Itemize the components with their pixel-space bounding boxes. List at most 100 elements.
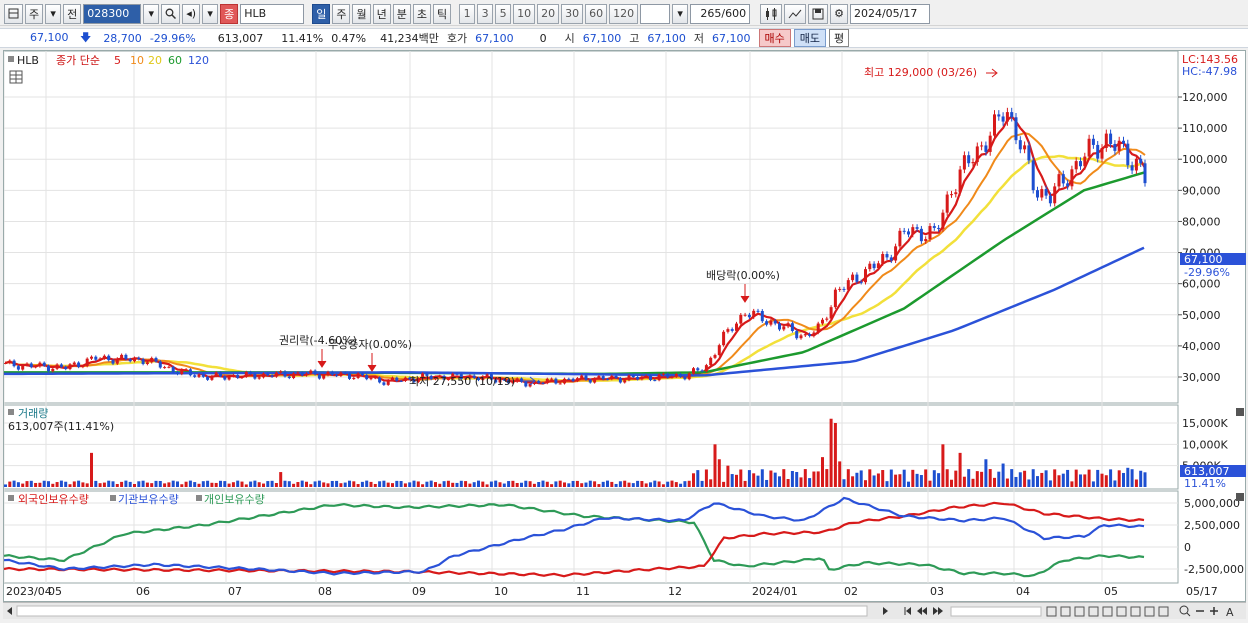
volume-bar <box>47 481 50 487</box>
candle-body <box>253 373 257 379</box>
speaker-icon[interactable]: ◂) <box>182 3 201 24</box>
candle-body <box>1143 163 1147 184</box>
volume-bar <box>1001 463 1005 487</box>
market-jeon-button[interactable]: 전 <box>63 3 82 24</box>
volume-bar <box>1061 473 1065 487</box>
buy-button[interactable]: 매수 <box>758 29 791 47</box>
dropdown-icon[interactable]: ▾ <box>202 3 219 24</box>
candle-body <box>158 361 162 368</box>
interval-dropdown-icon[interactable]: ▾ <box>672 3 689 24</box>
scroll-left-icon[interactable] <box>7 607 12 615</box>
volume-bar <box>821 457 824 487</box>
date-input[interactable]: 2024/05/17 <box>849 3 930 24</box>
data-count-input[interactable]: 265/600 <box>690 3 751 24</box>
evaluate-button[interactable]: 평 <box>829 29 850 47</box>
code-dropdown-icon[interactable]: ▾ <box>143 3 160 24</box>
candle-body <box>356 373 360 378</box>
interval-60-button[interactable]: 60 <box>585 3 608 24</box>
period-year-tab[interactable]: 년 <box>372 3 391 24</box>
volume-bar <box>636 480 640 487</box>
x-axis-label: 04 <box>1016 585 1030 598</box>
zoom-slider[interactable] <box>950 606 1042 617</box>
stock-code-input[interactable]: 028300 <box>83 3 142 24</box>
interval-custom-input[interactable] <box>640 3 671 24</box>
window-icons[interactable] <box>1046 606 1169 617</box>
interval-20-button[interactable]: 20 <box>537 3 560 24</box>
volume-bar <box>464 481 468 487</box>
candle-body <box>537 380 541 383</box>
interval-1-button[interactable]: 1 <box>459 3 476 24</box>
jump-start-icon[interactable] <box>904 607 911 615</box>
scroll-track[interactable] <box>16 605 868 617</box>
chart-type-icon[interactable] <box>4 3 23 24</box>
candle-body <box>34 366 38 368</box>
gear-icon[interactable]: ⚙ <box>830 3 848 24</box>
period-month-tab[interactable]: 월 <box>352 3 371 24</box>
search-icon[interactable] <box>161 3 181 24</box>
scroll-right-icon[interactable] <box>883 607 888 615</box>
volume-bar <box>610 481 614 487</box>
period-second-tab[interactable]: 초 <box>412 3 431 24</box>
sell-button[interactable]: 매도 <box>793 29 826 47</box>
volume-close-icon[interactable] <box>1236 408 1244 416</box>
candle-body <box>898 230 902 247</box>
volume-bar <box>782 469 786 487</box>
chevron-down-icon[interactable]: ▾ <box>45 3 62 24</box>
candle-body <box>967 155 971 164</box>
period-tick-tab[interactable]: 틱 <box>432 3 452 24</box>
candle-body <box>12 360 16 367</box>
interval-120-button[interactable]: 120 <box>609 3 639 24</box>
chart-scrollbar[interactable]: A <box>3 602 1246 619</box>
volume-bar <box>193 482 197 487</box>
volume-bar <box>606 480 609 487</box>
volume-bar <box>111 481 115 487</box>
save-icon[interactable] <box>808 3 829 24</box>
volume-bar <box>477 480 480 487</box>
stock-chart[interactable]: HLB 종가 단순 5 10 20 60 120 120,000110,0001… <box>3 50 1247 603</box>
table-view-icon[interactable] <box>9 70 23 84</box>
candle-body <box>812 332 816 336</box>
candle-icon[interactable] <box>760 3 783 24</box>
candle-body <box>988 135 992 152</box>
draw-tool-icon[interactable] <box>784 3 807 24</box>
zoom-search-icon[interactable] <box>1179 605 1191 617</box>
period-day-tab[interactable]: 일 <box>312 3 331 24</box>
rewind-icon[interactable] <box>917 607 927 615</box>
period-week-tab[interactable]: 주 <box>332 3 351 24</box>
volume-bar <box>679 483 683 487</box>
candle-body <box>94 356 98 360</box>
interval-30-button[interactable]: 30 <box>561 3 584 24</box>
chart-area[interactable]: HLB 종가 단순 5 10 20 60 120 120,000 110,000 1… <box>3 50 1246 602</box>
volume-bar <box>593 481 597 487</box>
period-minute-tab[interactable]: 분 <box>392 3 411 24</box>
forward-icon[interactable] <box>933 607 943 615</box>
candle-body <box>558 383 562 385</box>
interval-5-button[interactable]: 5 <box>495 3 512 24</box>
volume-bar <box>808 478 812 487</box>
volume-bar <box>601 481 605 487</box>
font-size-icon[interactable]: A <box>1226 606 1234 619</box>
volume-bar <box>769 470 773 487</box>
candle-body <box>894 246 898 261</box>
volume-bar <box>954 470 958 487</box>
candle-body <box>55 364 59 369</box>
candle-body <box>8 360 12 363</box>
market-ju-button[interactable]: 주 <box>25 3 44 24</box>
volume-bar <box>704 469 708 487</box>
stock-name-field[interactable]: HLB <box>240 3 305 24</box>
volume-y-label: 15,000K <box>1182 417 1228 430</box>
x-axis-label: 06 <box>136 585 150 598</box>
candle-body <box>657 374 661 381</box>
zoom-in-icon[interactable] <box>1210 607 1218 615</box>
low-price: 67,100 <box>712 31 751 45</box>
volume-bar <box>1031 469 1035 487</box>
volume-bar <box>730 474 734 487</box>
candle-body <box>833 289 837 308</box>
volume-bar <box>631 483 635 487</box>
interval-3-button[interactable]: 3 <box>477 3 494 24</box>
interval-10-button[interactable]: 10 <box>513 3 536 24</box>
candle-body <box>1048 195 1052 204</box>
holding-close-icon[interactable] <box>1236 493 1244 501</box>
candle-body <box>115 358 119 364</box>
candle-body <box>868 263 872 270</box>
